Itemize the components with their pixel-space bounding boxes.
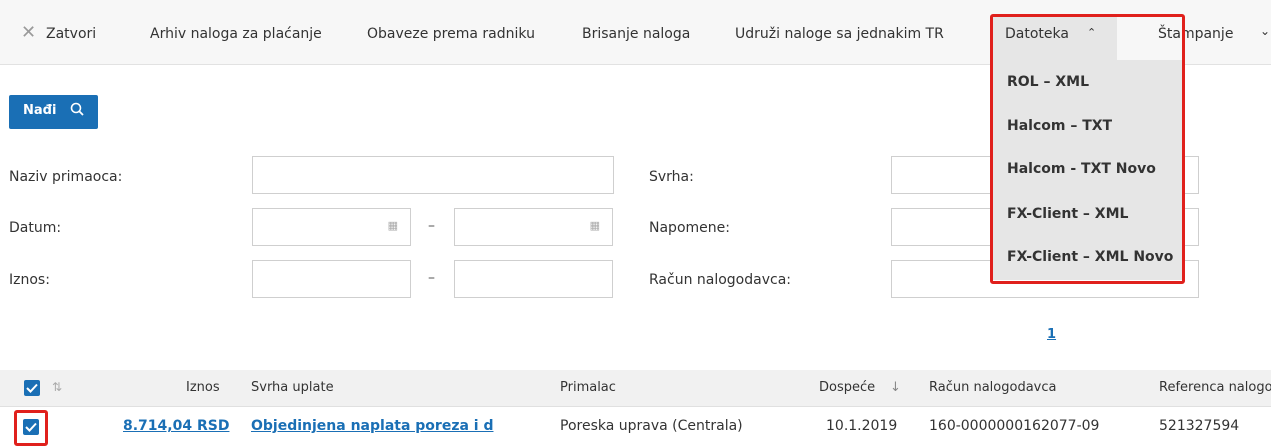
table-header: ⇅ Iznos Svrha uplate Primalac Dospeće ↓ … (0, 370, 1271, 407)
merge-button[interactable]: Udruži naloge sa jednakim TR (735, 26, 944, 42)
purpose-label: Svrha: (649, 169, 694, 185)
calendar-icon[interactable]: ▦ (590, 219, 600, 232)
find-button-label: Nađi (23, 103, 57, 118)
row-amount-link[interactable]: 8.714,04 RSD (123, 418, 229, 434)
row-checkbox-highlight-frame (14, 410, 48, 446)
date-from-input[interactable]: ▦ (252, 208, 411, 246)
delete-button[interactable]: Brisanje naloga (582, 26, 690, 42)
column-header-purpose[interactable]: Svrha uplate (251, 380, 334, 395)
payer-account-label: Račun nalogodavca: (649, 272, 791, 288)
obligations-button[interactable]: Obaveze prema radniku (367, 26, 535, 42)
table-row[interactable]: 8.714,04 RSD Objedinjena naplata poreza … (0, 407, 1271, 448)
find-button[interactable]: Nađi (9, 95, 98, 129)
date-label: Datum: (9, 220, 62, 236)
close-icon[interactable]: ✕ (21, 24, 36, 42)
row-reference: 521327594 (1159, 418, 1240, 434)
column-header-payer-account[interactable]: Račun nalogodavca (929, 380, 1056, 395)
calendar-icon[interactable]: ▦ (388, 219, 398, 232)
column-header-reference[interactable]: Referenca nalogo (1159, 380, 1271, 395)
amount-from-input[interactable] (252, 260, 411, 298)
print-chevron-down-icon[interactable]: ⌄ (1260, 24, 1270, 38)
date-range-dash: – (428, 218, 435, 234)
notes-label: Napomene: (649, 220, 730, 236)
date-to-input[interactable]: ▦ (454, 208, 613, 246)
amount-to-input[interactable] (454, 260, 613, 298)
column-header-due[interactable]: Dospeće (819, 380, 875, 395)
menu-highlight-frame (990, 14, 1185, 284)
sort-down-arrow-icon[interactable]: ↓ (890, 380, 901, 395)
row-payer-account: 160-0000000162077-09 (929, 418, 1100, 434)
archive-button[interactable]: Arhiv naloga za plaćanje (150, 26, 322, 42)
row-due-date: 10.1.2019 (826, 418, 898, 434)
amount-range-dash: – (428, 270, 435, 286)
close-button[interactable]: Zatvori (46, 26, 96, 42)
recipient-name-input[interactable] (252, 156, 614, 194)
amount-label: Iznos: (9, 272, 50, 288)
page-link[interactable]: 1 (1047, 327, 1056, 342)
column-header-recipient[interactable]: Primalac (560, 380, 616, 395)
column-header-amount[interactable]: Iznos (186, 380, 220, 395)
select-all-checkbox[interactable] (24, 380, 40, 396)
row-recipient: Poreska uprava (Centrala) (560, 418, 743, 434)
row-purpose-link[interactable]: Objedinjena naplata poreza i d (251, 418, 493, 434)
search-icon (70, 102, 84, 120)
sort-icon[interactable]: ⇅ (52, 380, 62, 394)
recipient-name-label: Naziv primaoca: (9, 169, 123, 185)
